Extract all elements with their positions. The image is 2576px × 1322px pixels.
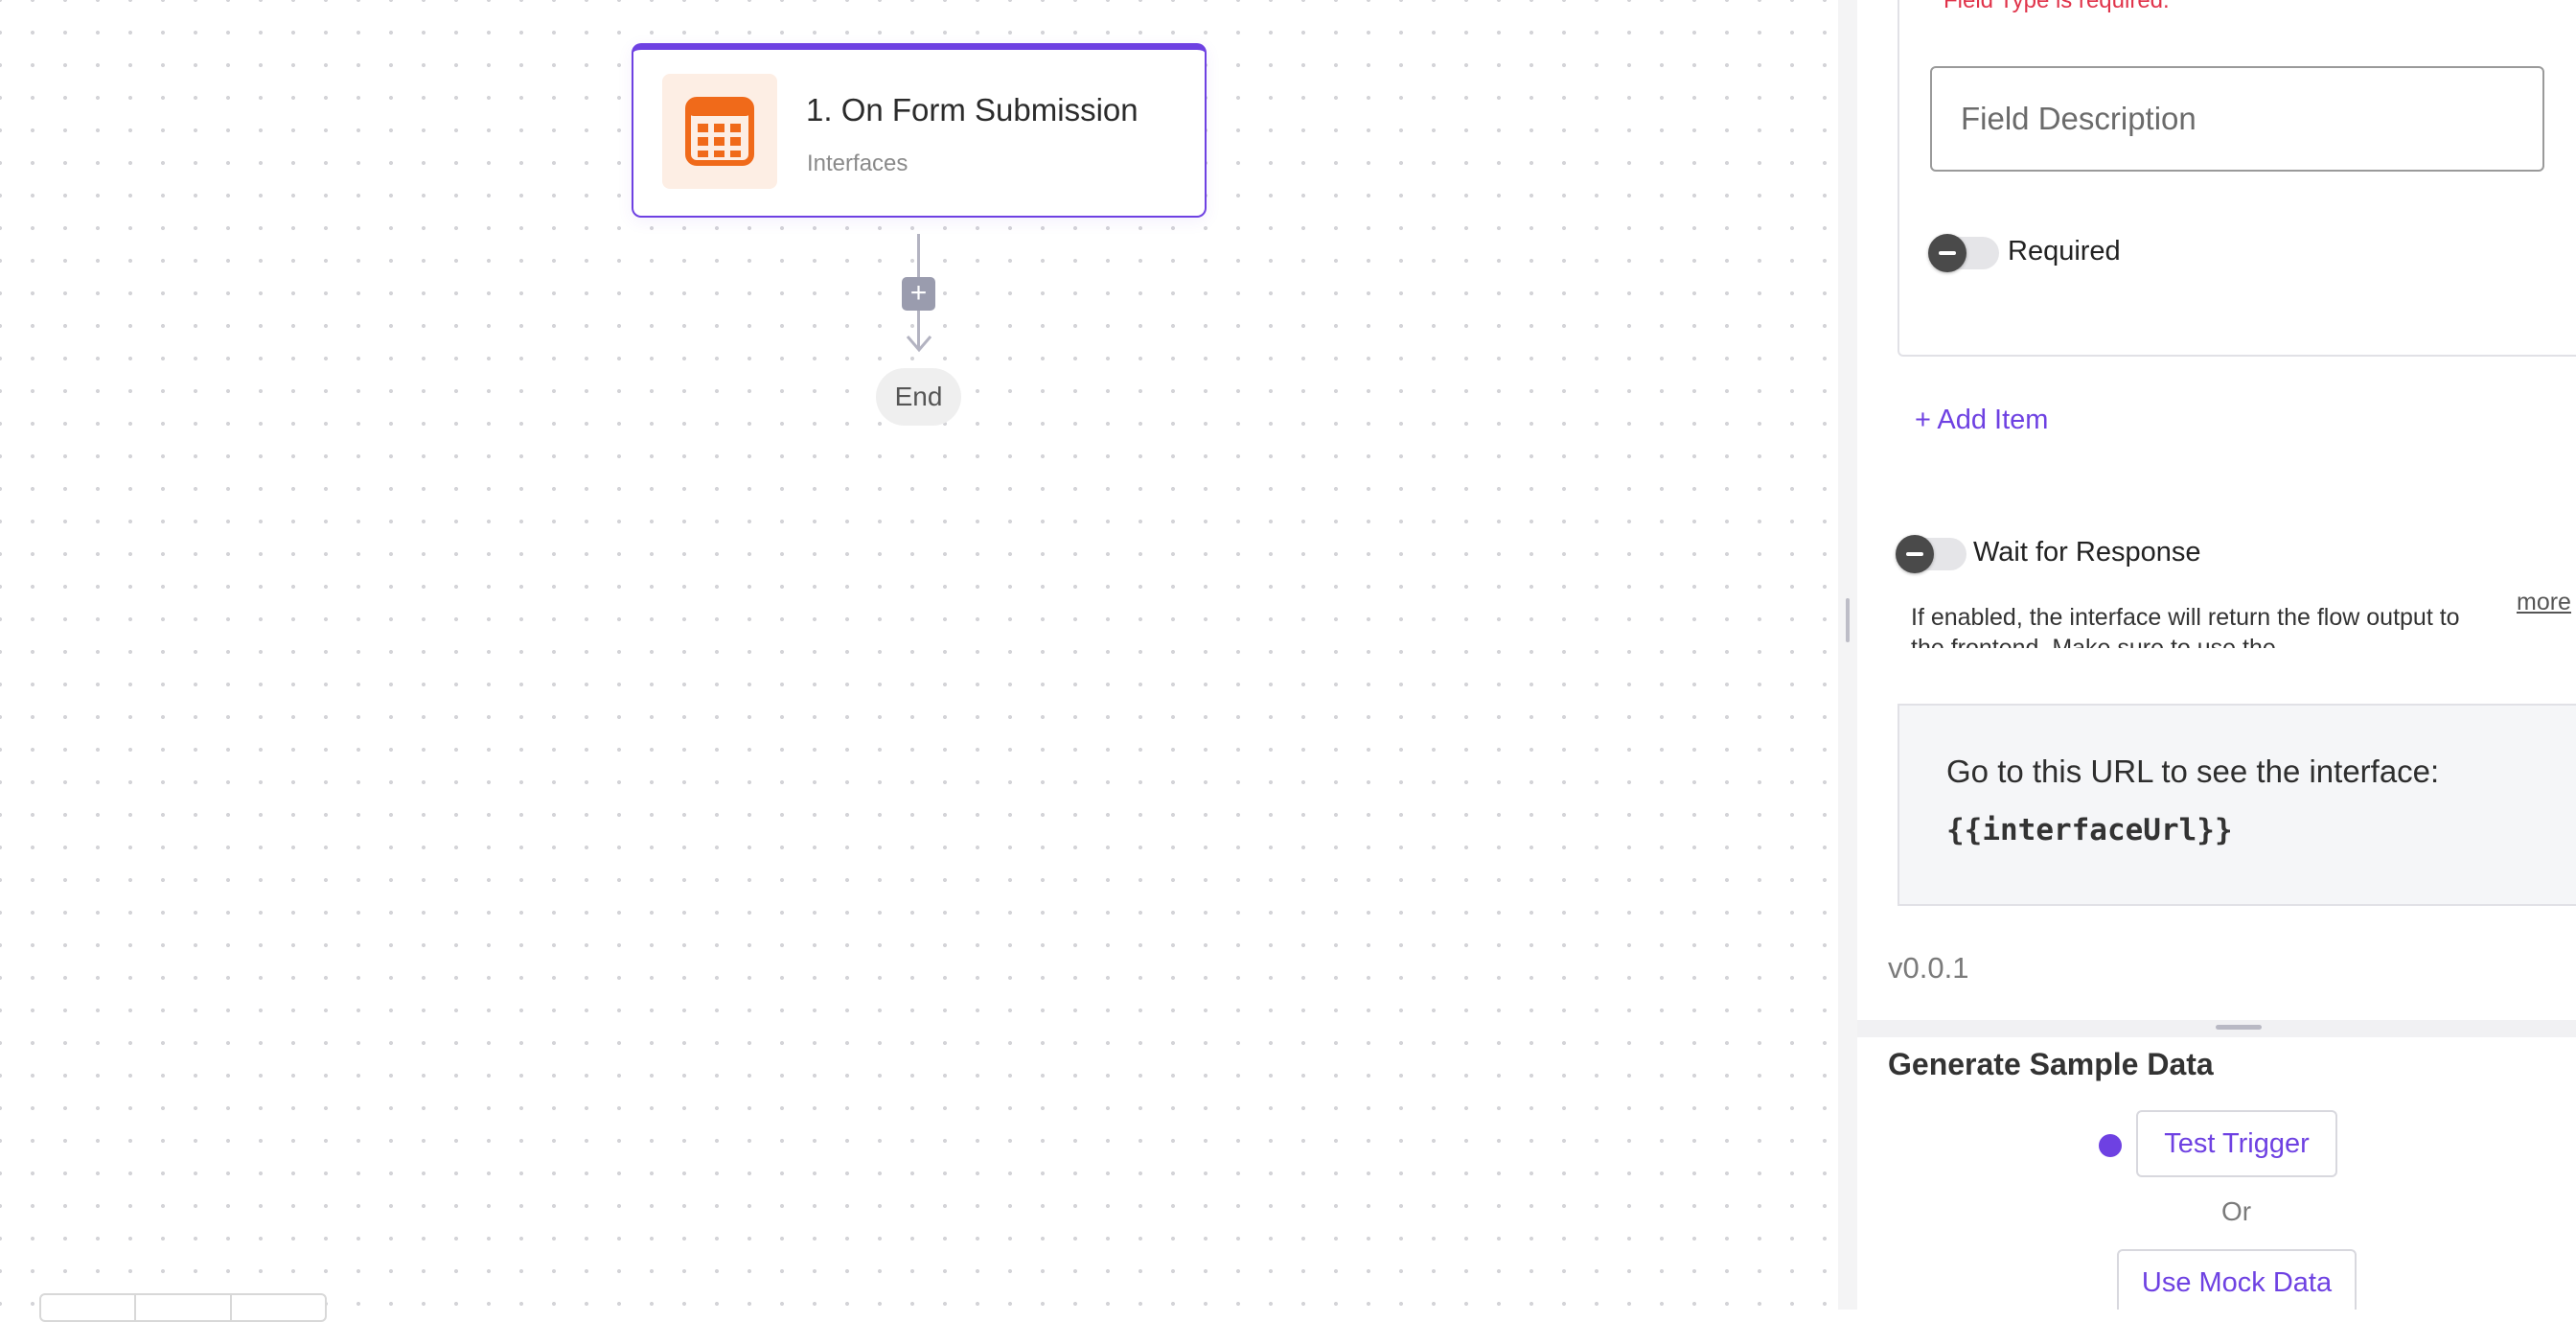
step-subtitle: Interfaces — [807, 151, 908, 176]
zoom-in-button[interactable] — [41, 1295, 137, 1320]
field-description-input[interactable] — [1930, 66, 2544, 172]
calculator-icon — [685, 97, 754, 166]
required-toggle[interactable] — [1928, 234, 1999, 272]
fit-view-button[interactable] — [232, 1295, 325, 1320]
test-trigger-button[interactable]: Test Trigger — [2136, 1110, 2337, 1177]
interface-url-box: Go to this URL to see the interface: {{i… — [1898, 704, 2576, 906]
step-settings-panel: Field Type is required. Required + Add I… — [1857, 0, 2576, 1310]
or-separator: Or — [2221, 1196, 2252, 1226]
zoom-controls — [39, 1293, 327, 1322]
step-title: 1. On Form Submission — [806, 92, 1138, 128]
panel-resize-handle[interactable] — [1846, 598, 1850, 642]
flow-canvas[interactable]: 1. On Form Submission Interfaces + End — [0, 0, 1838, 1322]
interface-url-code: {{interfaceUrl}} — [1946, 813, 2233, 847]
sample-data-title: Generate Sample Data — [1888, 1047, 2214, 1081]
trigger-step-node[interactable]: 1. On Form Submission Interfaces — [632, 43, 1207, 218]
interface-url-label: Go to this URL to see the interface: — [1946, 754, 2440, 789]
wait-for-response-toggle[interactable] — [1896, 535, 1966, 573]
add-item-button[interactable]: + Add Item — [1915, 405, 2048, 436]
wait-for-response-label: Wait for Response — [1973, 537, 2201, 568]
version-label: v0.0.1 — [1888, 951, 1969, 985]
status-dot — [2099, 1134, 2122, 1157]
use-mock-data-button[interactable]: Use Mock Data — [2117, 1249, 2357, 1310]
toggle-knob — [1896, 535, 1934, 573]
required-label: Required — [2008, 236, 2121, 267]
form-item-card — [1898, 0, 2576, 357]
step-icon-box — [662, 74, 777, 189]
section-resize-handle[interactable] — [2216, 1025, 2262, 1030]
zoom-out-button[interactable] — [136, 1295, 232, 1320]
end-node: End — [876, 368, 961, 426]
arrow-down-icon — [906, 336, 932, 353]
add-step-button[interactable]: + — [902, 277, 935, 311]
more-link[interactable]: more — [2517, 589, 2571, 616]
panel-divider — [1838, 0, 1857, 1310]
field-type-error: Field Type is required. — [1944, 0, 2170, 13]
connector-line-top — [917, 234, 920, 277]
wait-for-response-help: If enabled, the interface will return th… — [1911, 604, 2460, 648]
toggle-knob — [1928, 234, 1966, 272]
